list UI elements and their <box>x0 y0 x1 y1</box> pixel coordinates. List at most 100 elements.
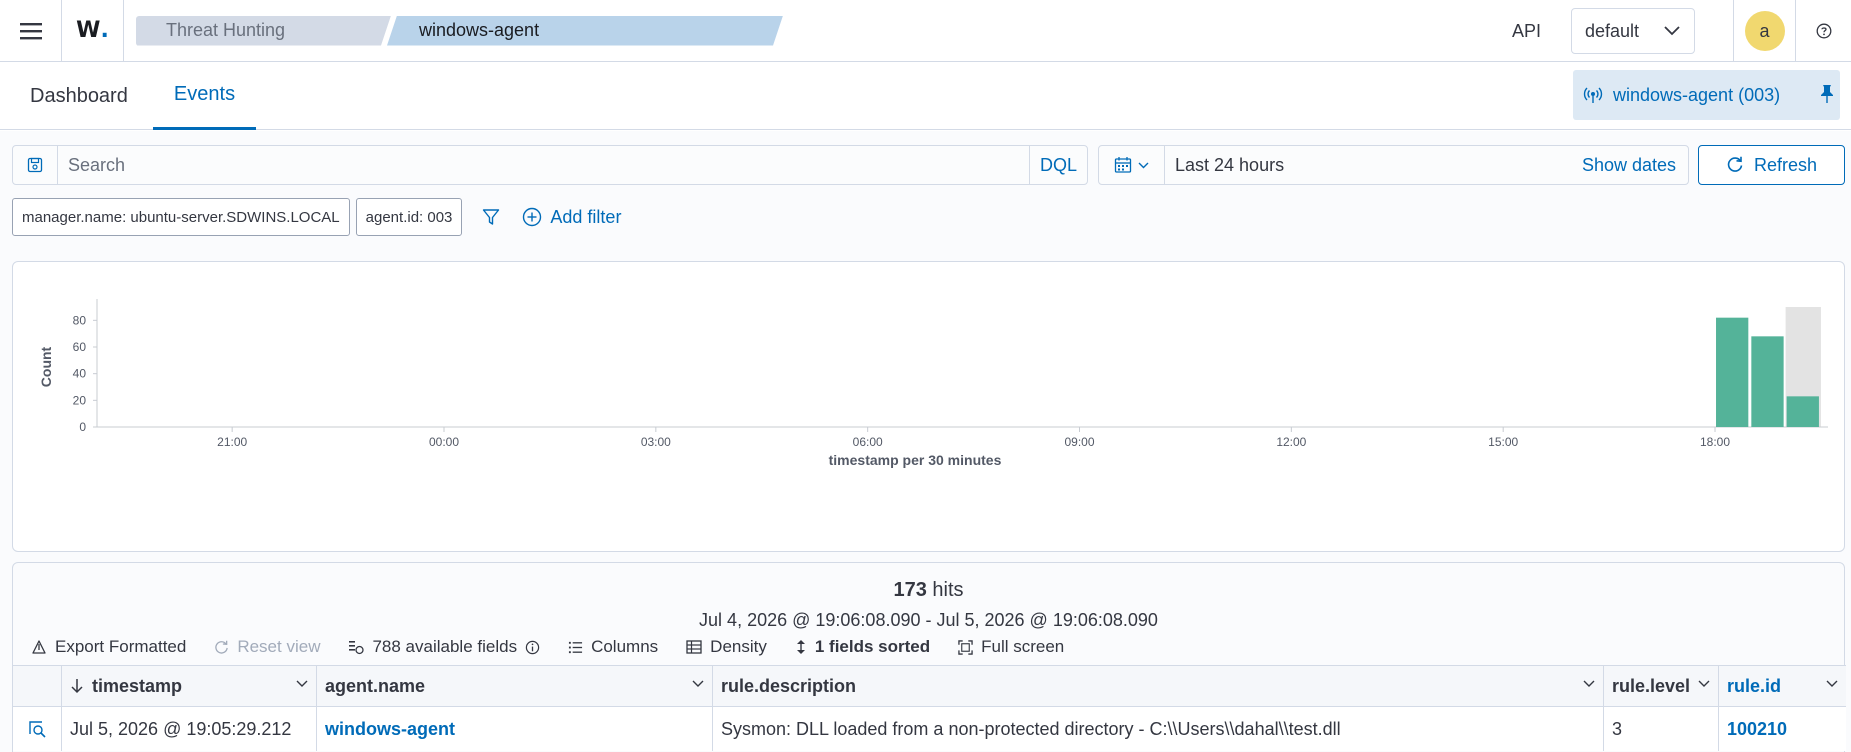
histogram-bar <box>1786 396 1819 427</box>
results-panel: 173 hits Jul 4, 2026 @ 19:06:08.090 - Ju… <box>12 562 1846 752</box>
available-fields-button[interactable]: 788 available fields <box>348 637 540 657</box>
filter-pill-agent-id[interactable]: agent.id: 003 <box>355 198 463 236</box>
arrow-down-icon <box>71 679 83 694</box>
columns-label: Columns <box>591 637 659 656</box>
help-button[interactable] <box>1795 0 1851 62</box>
chevron-down-icon[interactable] <box>692 680 704 688</box>
menu-button[interactable] <box>0 0 62 62</box>
filter-icon <box>483 209 500 225</box>
events-table: timestamp agent.name rule.description ru… <box>13 665 1846 751</box>
user-menu[interactable]: a <box>1733 0 1795 62</box>
save-icon <box>27 157 43 173</box>
column-header-timestamp[interactable]: timestamp <box>62 666 317 706</box>
sort-fields-button[interactable]: 1 fields sorted <box>795 637 930 657</box>
top-header: W. Threat Hunting windows-agent API defa… <box>0 0 1851 62</box>
histogram-bar <box>1751 336 1784 427</box>
help-icon <box>1816 23 1831 39</box>
available-fields-label: 788 available fields <box>372 637 518 656</box>
export-label: Export Formatted <box>55 637 187 656</box>
tab-dashboard[interactable]: Dashboard <box>30 62 128 130</box>
search-input[interactable]: Search <box>58 146 1029 184</box>
breadcrumb-windows-agent: windows-agent <box>387 16 783 46</box>
chevron-down-icon[interactable] <box>296 680 308 688</box>
x-tick-label: 09:00 <box>1064 435 1094 449</box>
x-tick-label: 21:00 <box>217 435 247 449</box>
show-dates-button[interactable]: Show dates <box>1582 146 1688 184</box>
api-link[interactable]: API <box>1512 21 1541 42</box>
table-header: timestamp agent.name rule.description ru… <box>13 665 1846 707</box>
refresh-label: Refresh <box>1753 154 1818 175</box>
filter-pill-manager[interactable]: manager.name: ubuntu-server.SDWINS.LOCAL <box>12 198 350 236</box>
tenant-value: default <box>1585 20 1640 41</box>
hits-number: 173 <box>893 579 927 601</box>
x-tick-label: 00:00 <box>429 435 459 449</box>
column-header-rule-description[interactable]: rule.description <box>713 666 1604 706</box>
x-tick-label: 03:00 <box>641 435 671 449</box>
agent-name-link[interactable]: windows-agent <box>325 719 455 740</box>
reset-view-label: Reset view <box>237 637 321 656</box>
tab-events[interactable]: Events <box>153 62 256 130</box>
inspect-row-button[interactable] <box>13 707 62 751</box>
table-density-icon <box>686 640 702 654</box>
saved-query-button[interactable] <box>13 146 58 184</box>
filter-bar: manager.name: ubuntu-server.SDWINS.LOCAL… <box>12 198 621 236</box>
time-range-value[interactable]: Last 24 hours <box>1165 146 1582 184</box>
export-formatted-button[interactable]: Export Formatted <box>31 637 186 657</box>
add-filter-button[interactable]: Add filter <box>522 207 621 228</box>
time-picker: Last 24 hours Show dates <box>1098 145 1689 185</box>
column-header-label: rule.description <box>721 675 857 696</box>
cell-agent-name: windows-agent <box>317 707 713 751</box>
histogram-chart[interactable]: 0 20 40 60 80 21:00 00:00 03:00 06:00 09:00 12:00 1… <box>13 262 1846 553</box>
hits-count: 173 hits <box>13 579 1844 602</box>
reset-view-button[interactable]: Reset view <box>214 637 320 657</box>
full-screen-label: Full screen <box>981 637 1065 656</box>
add-filter-label: Add filter <box>550 206 622 227</box>
column-header-label: timestamp <box>92 675 183 696</box>
agent-selector[interactable]: windows-agent (003) <box>1573 70 1840 120</box>
rule-id-link[interactable]: 100210 <box>1727 719 1787 740</box>
table-row: Jul 5, 2026 @ 19:05:29.212 windows-agent… <box>13 707 1846 751</box>
y-axis-label: Count <box>38 346 54 387</box>
sort-icon <box>796 640 805 654</box>
tenant-select[interactable]: default <box>1571 8 1695 54</box>
info-icon <box>525 640 540 654</box>
cell-rule-level: 3 <box>1604 707 1719 751</box>
chevron-down-icon[interactable] <box>1826 680 1838 688</box>
x-axis-label: timestamp per 30 minutes <box>829 452 1002 468</box>
chevron-down-icon[interactable] <box>1583 680 1595 688</box>
x-tick-label: 12:00 <box>1276 435 1306 449</box>
chevron-down-icon <box>1664 26 1680 36</box>
refresh-button[interactable]: Refresh <box>1698 145 1845 185</box>
columns-button[interactable]: Columns <box>568 637 658 657</box>
main-content: Search DQL Last 24 hours Show dates Refr… <box>0 131 1851 752</box>
plus-circle-icon <box>523 207 542 227</box>
breadcrumb-threat-hunting[interactable]: Threat Hunting <box>136 16 391 46</box>
avatar: a <box>1744 11 1785 51</box>
column-header-agent-name[interactable]: agent.name <box>317 666 713 706</box>
sorted-label: 1 fields sorted <box>814 637 931 656</box>
logo-dot: . <box>100 18 109 43</box>
app-logo[interactable]: W. <box>62 0 124 62</box>
quick-menu-button[interactable] <box>1099 146 1165 184</box>
refresh-icon <box>1727 156 1743 172</box>
y-tick-label: 60 <box>73 340 87 354</box>
export-icon <box>32 640 46 654</box>
filter-menu-button[interactable] <box>482 208 500 226</box>
header-control-cell <box>13 666 62 706</box>
query-language-button[interactable]: DQL <box>1029 146 1087 184</box>
column-header-rule-level[interactable]: rule.level <box>1604 666 1719 706</box>
density-button[interactable]: Density <box>686 637 767 657</box>
full-screen-button[interactable]: Full screen <box>958 637 1064 657</box>
histogram-panel: 0 20 40 60 80 21:00 00:00 03:00 06:00 09:00 12:00 1… <box>12 261 1845 552</box>
cell-timestamp: Jul 5, 2026 @ 19:05:29.212 <box>62 707 317 751</box>
chevron-down-icon[interactable] <box>1698 680 1710 688</box>
agent-selector-label: windows-agent (003) <box>1613 84 1781 105</box>
cell-rule-id: 100210 <box>1719 707 1846 751</box>
pin-icon[interactable] <box>1820 84 1834 104</box>
x-tick-label: 06:00 <box>853 435 883 449</box>
logo-letter: W <box>76 18 101 43</box>
inspect-icon <box>29 721 46 738</box>
column-header-rule-id[interactable]: rule.id <box>1719 666 1846 706</box>
cell-rule-description: Sysmon: DLL loaded from a non-protected … <box>713 707 1604 751</box>
fields-icon <box>349 641 365 655</box>
